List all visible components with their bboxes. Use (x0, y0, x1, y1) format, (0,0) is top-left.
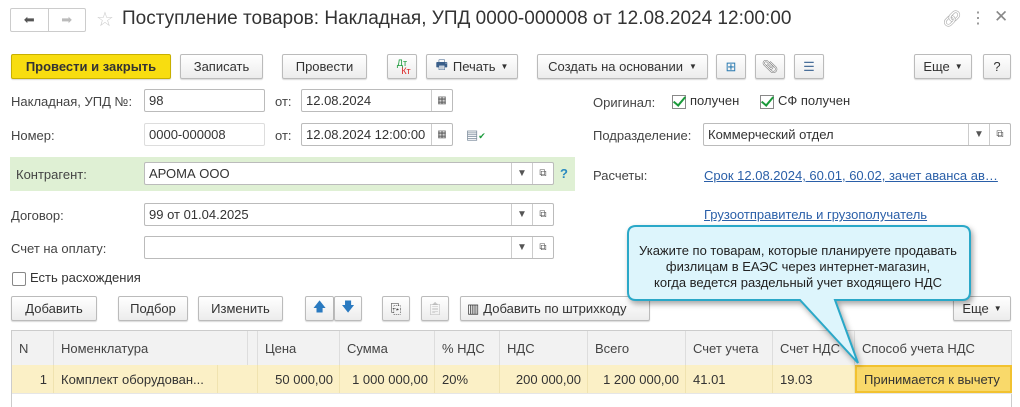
journal-button[interactable]: ☰ (794, 54, 824, 79)
page-title: Поступление товаров: Накладная, УПД 0000… (122, 8, 792, 29)
cell-price[interactable]: 50 000,00 (258, 365, 340, 393)
back-icon[interactable]: ⬅ (11, 9, 49, 31)
invoice-number-input[interactable]: 98 (144, 89, 265, 112)
cell-vat-rate[interactable]: 20% (435, 365, 500, 393)
kt-label: Кт (401, 65, 411, 76)
copy-button[interactable]: ⎘ (382, 296, 410, 321)
move-down-button[interactable]: 🡇 (334, 296, 362, 321)
paste-icon: 📋︎ (426, 300, 444, 316)
print-button[interactable]: 🖶 Печать ▼ (426, 54, 518, 79)
more-button[interactable]: Еще ▼ (914, 54, 972, 79)
settlements-label: Расчеты: (593, 168, 648, 183)
department-input[interactable]: Коммерческий отдел ▼ ⧉ (703, 123, 1011, 146)
col-header-nomenclature[interactable]: Номенклатура (54, 331, 248, 365)
arrow-up-icon: 🡅 (312, 298, 327, 314)
printer-icon: 🖶 (435, 56, 448, 72)
col-header-vat-rate[interactable]: % НДС (435, 331, 500, 365)
department-label: Подразделение: (593, 128, 692, 143)
pick-button[interactable]: Подбор (118, 296, 188, 321)
paste-button[interactable]: 📋︎ (421, 296, 449, 321)
invoice-number-label: Накладная, УПД №: (11, 94, 133, 109)
dt-kt-button[interactable]: Дт Кт (387, 54, 417, 79)
number-label: Номер: (11, 128, 55, 143)
save-button[interactable]: Записать (180, 54, 263, 79)
cell-nomenclature[interactable]: Комплект оборудован... (54, 365, 218, 393)
number-date-input[interactable]: 12.08.2024 12:00:00 ▦ (301, 123, 453, 146)
counterparty-input[interactable]: АРОМА ООО ▼ ⧉ (144, 162, 554, 185)
open-icon[interactable]: ⧉ (532, 204, 553, 225)
original-label: Оригинал: (593, 95, 656, 110)
cell-sum[interactable]: 1 000 000,00 (340, 365, 435, 393)
attachments-button[interactable]: 📎︎ (755, 54, 785, 79)
help-icon[interactable]: ? (560, 166, 568, 181)
add-button[interactable]: Добавить (11, 296, 97, 321)
chevron-down-icon: ▼ (954, 62, 963, 71)
col-header-extra[interactable] (248, 331, 258, 365)
sf-received-checkbox[interactable]: СФ получен (760, 93, 850, 109)
post-and-close-button[interactable]: Провести и закрыть (11, 54, 171, 79)
dropdown-icon[interactable]: ▼ (511, 163, 532, 184)
settlements-link[interactable]: Срок 12.08.2024, 60.01, 60.02, зачет ава… (704, 168, 998, 183)
close-icon[interactable]: ✕ (994, 7, 1008, 27)
discrepancies-checkbox[interactable]: Есть расхождения (12, 270, 141, 286)
forward-icon[interactable]: ➡ (49, 9, 86, 31)
col-header-vat[interactable]: НДС (500, 331, 588, 365)
payment-invoice-label: Счет на оплату: (11, 241, 107, 256)
row-separator (12, 393, 1012, 394)
favorite-star-icon[interactable]: ☆ (96, 7, 114, 32)
cell-n[interactable]: 1 (12, 365, 54, 393)
more-menu-icon[interactable]: ⋮ (970, 8, 986, 28)
arrow-down-icon: 🡇 (341, 298, 355, 314)
edit-button[interactable]: Изменить (198, 296, 283, 321)
original-received-checkbox[interactable]: получен (672, 93, 739, 109)
invoice-date-label: от: (275, 94, 292, 109)
open-icon[interactable]: ⧉ (989, 124, 1010, 145)
dropdown-icon[interactable]: ▼ (511, 204, 532, 225)
dropdown-icon[interactable]: ▼ (968, 124, 989, 145)
calendar-icon[interactable]: ▦ (431, 124, 452, 145)
paperclip-icon: 📎︎ (761, 58, 779, 74)
counterparty-label: Контрагент: (16, 167, 87, 182)
cell-vat[interactable]: 200 000,00 (500, 365, 588, 393)
link-icon[interactable]: 🔗︎ (942, 9, 962, 29)
col-header-price[interactable]: Цена (258, 331, 340, 365)
chevron-down-icon: ▼ (993, 304, 1002, 313)
open-icon[interactable]: ⧉ (532, 163, 553, 184)
number-date-label: от: (275, 128, 292, 143)
copy-icon: ⎘ (390, 300, 402, 316)
invoice-date-input[interactable]: 12.08.2024 ▦ (301, 89, 453, 112)
tooltip-text: Укажите по товарам, которые планируете п… (639, 243, 957, 290)
col-header-n[interactable]: N (12, 331, 54, 365)
post-button[interactable]: Провести (282, 54, 367, 79)
hierarchy-icon: ⊞ (725, 58, 737, 74)
list-icon: ☰ (803, 58, 815, 74)
dropdown-icon[interactable]: ▼ (511, 237, 532, 258)
document-check-icon[interactable]: ▤✔ (466, 127, 486, 143)
structure-button[interactable]: ⊞ (716, 54, 746, 79)
cell-nomenclature-extra[interactable] (218, 365, 258, 393)
chevron-down-icon: ▼ (500, 62, 509, 71)
payment-invoice-input[interactable]: ▼ ⧉ (144, 236, 554, 259)
contract-label: Договор: (11, 208, 64, 223)
barcode-icon: ▥ (467, 300, 480, 316)
calendar-icon[interactable]: ▦ (431, 90, 452, 111)
checkbox-unchecked[interactable] (12, 271, 26, 286)
help-button[interactable]: ? (983, 54, 1011, 79)
move-up-button[interactable]: 🡅 (305, 296, 334, 321)
number-input[interactable]: 0000-000008 (144, 123, 265, 146)
create-based-on-button[interactable]: Создать на основании ▼ (537, 54, 708, 79)
chevron-down-icon: ▼ (688, 62, 697, 71)
contract-input[interactable]: 99 от 01.04.2025 ▼ ⧉ (144, 203, 554, 226)
nav-buttons: ⬅ ➡ (10, 8, 86, 32)
open-icon[interactable]: ⧉ (532, 237, 553, 258)
col-header-sum[interactable]: Сумма (340, 331, 435, 365)
